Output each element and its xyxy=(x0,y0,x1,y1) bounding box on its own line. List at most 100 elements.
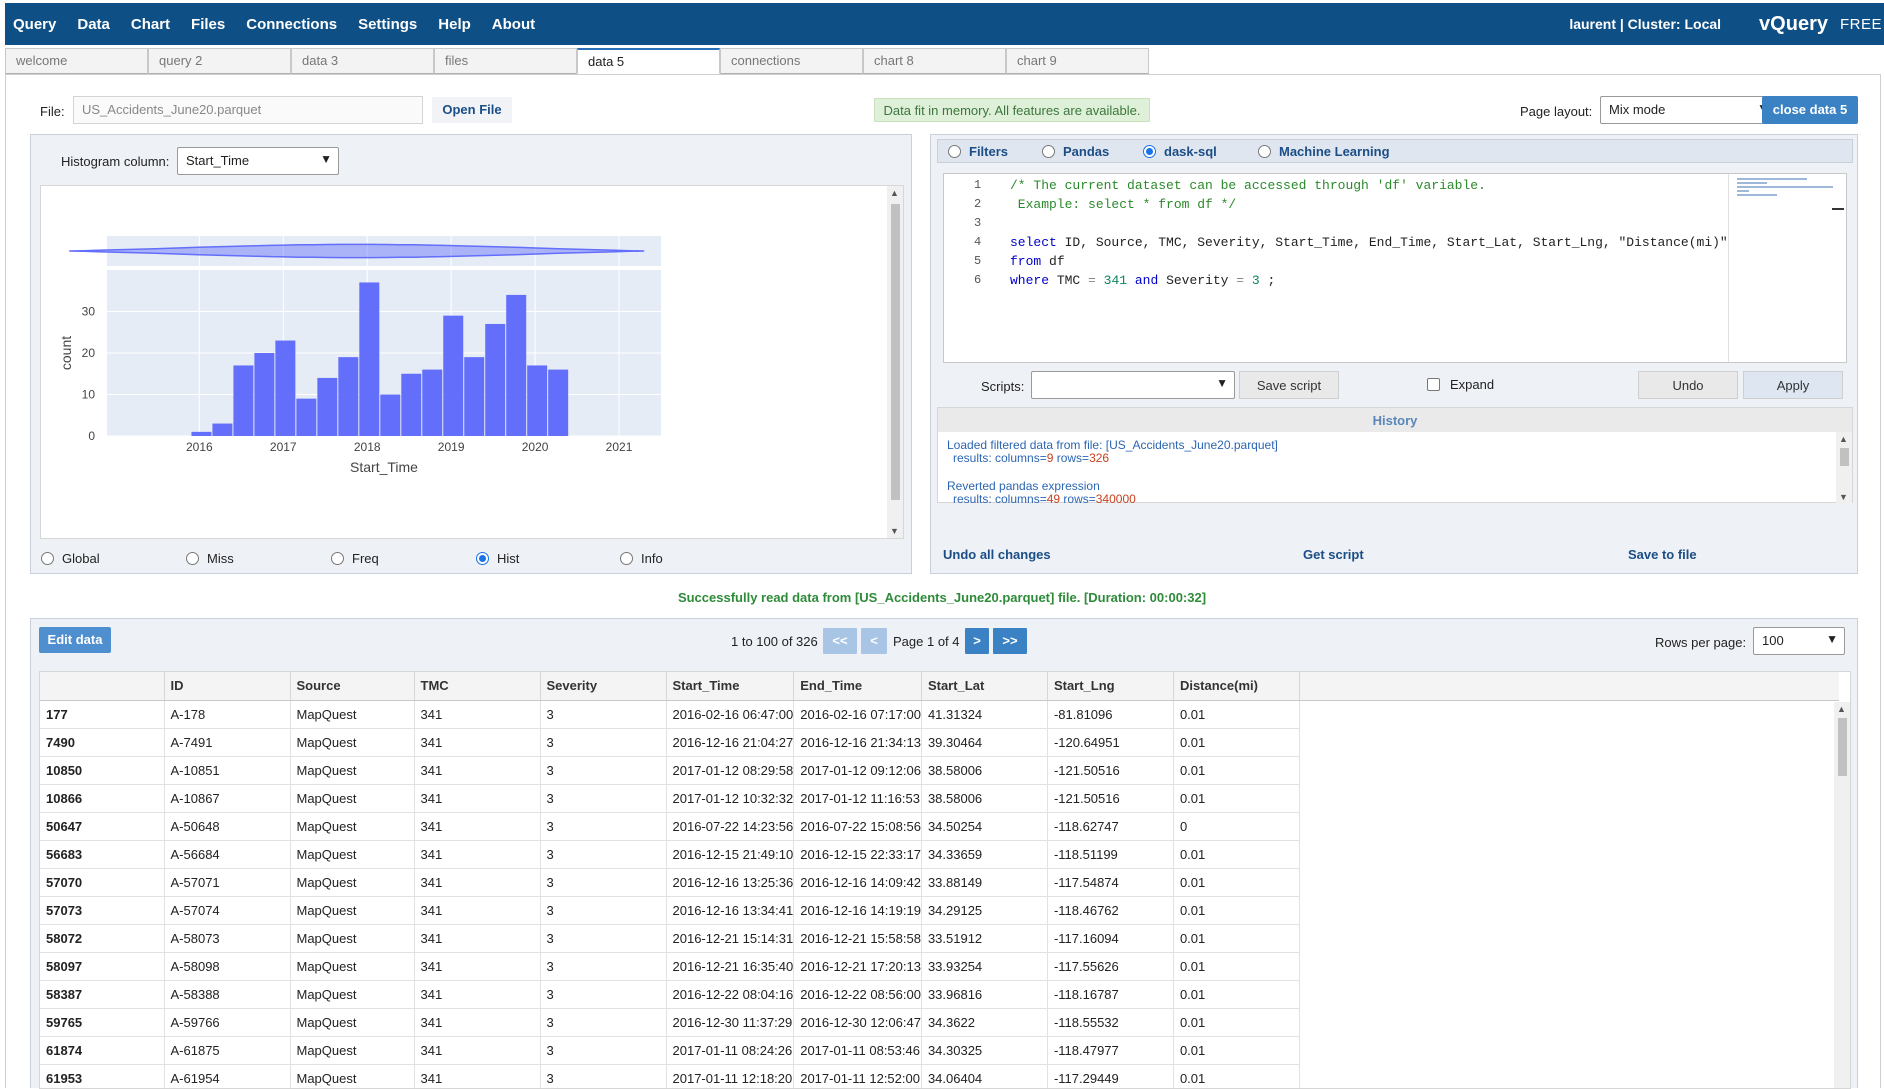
table-cell[interactable]: MapQuest xyxy=(290,812,415,841)
table-cell[interactable]: 3 xyxy=(540,728,667,757)
menu-about[interactable]: About xyxy=(492,16,535,33)
table-cell[interactable]: 177 xyxy=(40,700,165,729)
table-cell[interactable]: -120.64951 xyxy=(1047,728,1174,757)
table-row[interactable]: 57070 A-57071 MapQuest 341 3 2016-12-16 13:25… xyxy=(40,868,1839,897)
menu-chart[interactable]: Chart xyxy=(131,16,170,33)
table-cell[interactable]: 34.06404 xyxy=(921,1064,1048,1088)
table-cell[interactable]: MapQuest xyxy=(290,756,415,785)
table-cell[interactable]: 33.51912 xyxy=(921,924,1048,953)
table-cell[interactable]: 341 xyxy=(414,924,541,953)
table-cell[interactable]: 3 xyxy=(540,700,667,729)
menu-query[interactable]: Query xyxy=(13,16,56,33)
table-cell[interactable]: 2016-12-16 21:34:13 xyxy=(793,728,922,757)
table-cell[interactable]: 3 xyxy=(540,840,667,869)
table-cell[interactable]: 2016-12-16 14:19:19 xyxy=(793,896,922,925)
apply-button[interactable]: Apply xyxy=(1743,371,1843,399)
table-row[interactable]: 10850 A-10851 MapQuest 341 3 2017-01-12 08:29… xyxy=(40,756,1839,785)
table-row[interactable]: 58387 A-58388 MapQuest 341 3 2016-12-22 08:04… xyxy=(40,980,1839,1009)
table-cell[interactable]: 2017-01-11 08:24:26 xyxy=(666,1036,795,1065)
table-cell[interactable]: 56683 xyxy=(40,840,165,869)
table-cell[interactable]: 2016-12-21 15:14:31 xyxy=(666,924,795,953)
table-cell[interactable]: -117.55626 xyxy=(1047,952,1174,981)
table-cell[interactable]: -118.51199 xyxy=(1047,840,1174,869)
plot-scrollbar[interactable]: ▲ ▼ xyxy=(887,186,903,538)
mode-machine-learning[interactable]: Machine Learning xyxy=(1258,144,1390,159)
radio-miss[interactable]: Miss xyxy=(186,551,234,566)
table-cell[interactable]: -118.46762 xyxy=(1047,896,1174,925)
scrollbar-thumb[interactable] xyxy=(1838,718,1847,776)
tab-chart-9[interactable]: chart 9 xyxy=(1006,48,1149,74)
radio-freq[interactable]: Freq xyxy=(331,551,379,566)
table-cell[interactable]: 0.01 xyxy=(1173,1064,1300,1088)
table-cell[interactable]: 57070 xyxy=(40,868,165,897)
table-cell[interactable]: 3 xyxy=(540,924,667,953)
next-page-button[interactable]: > xyxy=(965,628,989,654)
file-path-input[interactable]: US_Accidents_June20.parquet xyxy=(73,96,423,124)
table-cell[interactable]: 3 xyxy=(540,756,667,785)
radio-info[interactable]: Info xyxy=(620,551,663,566)
table-cell[interactable]: -118.55532 xyxy=(1047,1008,1174,1037)
table-cell[interactable]: 3 xyxy=(540,1008,667,1037)
tab-data-3[interactable]: data 3 xyxy=(291,48,434,74)
table-cell[interactable]: 7490 xyxy=(40,728,165,757)
table-cell[interactable]: -117.54874 xyxy=(1047,868,1174,897)
table-cell[interactable]: 2016-02-16 07:17:00 xyxy=(793,700,922,729)
get-script-link[interactable]: Get script xyxy=(1303,547,1364,562)
table-cell[interactable]: 0.01 xyxy=(1173,756,1300,785)
table-cell[interactable]: 2016-02-16 06:47:00 xyxy=(666,700,795,729)
rows-per-page-select[interactable]: 100 ▼ xyxy=(1753,627,1845,655)
scroll-down-icon[interactable]: ▼ xyxy=(890,526,899,536)
table-cell[interactable]: MapQuest xyxy=(290,1064,415,1088)
table-cell[interactable]: -118.47977 xyxy=(1047,1036,1174,1065)
table-cell[interactable]: 34.50254 xyxy=(921,812,1048,841)
save-script-button[interactable]: Save script xyxy=(1239,371,1339,399)
table-cell[interactable]: 2016-12-21 16:35:40 xyxy=(666,952,795,981)
histogram-column-select[interactable]: Start_Time ▼ xyxy=(177,147,339,175)
table-cell[interactable]: 341 xyxy=(414,1064,541,1088)
table-cell[interactable]: 3 xyxy=(540,868,667,897)
edit-data-button[interactable]: Edit data xyxy=(39,627,111,653)
table-cell[interactable]: A-61954 xyxy=(164,1064,291,1088)
menu-data[interactable]: Data xyxy=(77,16,110,33)
open-file-button[interactable]: Open File xyxy=(432,97,512,123)
checkbox-box[interactable] xyxy=(1427,378,1440,391)
first-page-button[interactable]: << xyxy=(823,628,857,654)
table-cell[interactable]: A-58098 xyxy=(164,952,291,981)
table-cell[interactable]: 41.31324 xyxy=(921,700,1048,729)
mode-dask-sql[interactable]: dask-sql xyxy=(1143,144,1217,159)
table-cell[interactable]: 341 xyxy=(414,784,541,813)
tab-welcome[interactable]: welcome xyxy=(5,48,148,74)
table-row[interactable]: 50647 A-50648 MapQuest 341 3 2016-07-22 14:23… xyxy=(40,812,1839,841)
table-cell[interactable]: 341 xyxy=(414,1036,541,1065)
history-scrollbar[interactable]: ▲ ▼ xyxy=(1836,432,1852,504)
table-cell[interactable]: 0.01 xyxy=(1173,840,1300,869)
last-page-button[interactable]: >> xyxy=(993,628,1027,654)
table-cell[interactable]: 2016-12-22 08:56:00 xyxy=(793,980,922,1009)
scroll-up-icon[interactable]: ▲ xyxy=(1837,704,1846,714)
column-header-end-time[interactable]: End_Time xyxy=(793,672,922,701)
tab-connections[interactable]: connections xyxy=(720,48,863,74)
table-cell[interactable]: 341 xyxy=(414,980,541,1009)
table-cell[interactable]: -121.50516 xyxy=(1047,756,1174,785)
table-cell[interactable]: 2016-07-22 15:08:56 xyxy=(793,812,922,841)
table-cell[interactable]: 39.30464 xyxy=(921,728,1048,757)
table-cell[interactable]: 2017-01-11 12:18:20 xyxy=(666,1064,795,1088)
expand-checkbox[interactable]: Expand xyxy=(1427,377,1494,392)
table-cell[interactable]: 33.88149 xyxy=(921,868,1048,897)
table-cell[interactable]: MapQuest xyxy=(290,896,415,925)
table-cell[interactable]: MapQuest xyxy=(290,700,415,729)
table-cell[interactable]: 3 xyxy=(540,1036,667,1065)
table-cell[interactable]: 57073 xyxy=(40,896,165,925)
table-cell[interactable]: 341 xyxy=(414,840,541,869)
table-cell[interactable]: 3 xyxy=(540,952,667,981)
column-header-start-lng[interactable]: Start_Lng xyxy=(1047,672,1174,701)
table-cell[interactable]: 38.58006 xyxy=(921,784,1048,813)
table-cell[interactable]: 34.3622 xyxy=(921,1008,1048,1037)
table-cell[interactable]: A-57071 xyxy=(164,868,291,897)
table-cell[interactable]: -118.62747 xyxy=(1047,812,1174,841)
table-cell[interactable]: 38.58006 xyxy=(921,756,1048,785)
table-cell[interactable]: 2016-12-22 08:04:16 xyxy=(666,980,795,1009)
menu-settings[interactable]: Settings xyxy=(358,16,417,33)
table-cell[interactable]: 2017-01-11 12:52:00 xyxy=(793,1064,922,1088)
column-header-source[interactable]: Source xyxy=(290,672,415,701)
